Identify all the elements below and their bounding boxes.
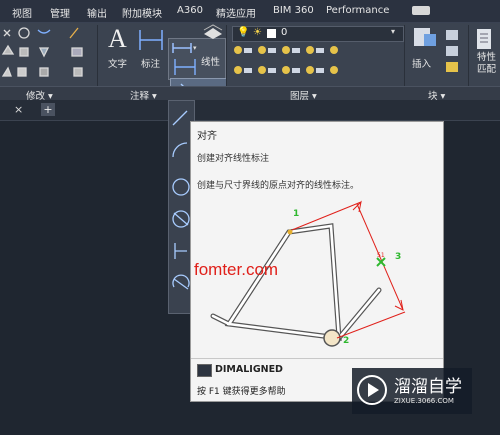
new-tab-icon[interactable]: + <box>41 103 55 116</box>
linear-large-icon <box>174 59 196 75</box>
location-marker-3: 3 <box>395 252 402 262</box>
dimension-value: 51 <box>377 252 385 259</box>
tab-featured-apps[interactable]: 精选应用 <box>216 5 256 20</box>
linear-dimension-button[interactable]: ▾ 线性 <box>168 38 226 80</box>
tab-performance[interactable]: Performance <box>326 5 389 16</box>
chevron-down-icon[interactable]: ▾ <box>391 27 395 36</box>
dimension-icon[interactable] <box>137 28 165 52</box>
layer-tools-icons[interactable] <box>232 44 392 80</box>
bulb-icon: 💡 <box>237 27 250 38</box>
brand-badge: 溜溜自学 ZIXUE.3066.COM <box>352 368 472 414</box>
modify-tools-icons[interactable] <box>0 24 95 86</box>
origin-marker-2: 2 <box>343 336 350 346</box>
text-button-label[interactable]: 文字 <box>108 56 127 70</box>
tooltip-command: DIMALIGNED <box>215 364 283 375</box>
origin-marker-1: 1 <box>293 209 300 219</box>
linear-button-label: 线性 <box>201 57 221 68</box>
color-swatch-icon <box>267 29 276 38</box>
tooltip-help: 按 F1 键获得更多帮助 <box>197 387 286 397</box>
tab-manage[interactable]: 管理 <box>50 5 70 20</box>
dimension-type-icons[interactable] <box>171 107 191 307</box>
tooltip-divider <box>191 358 443 359</box>
insert-block-icon[interactable] <box>412 24 440 52</box>
dimension-button-label[interactable]: 标注 <box>141 56 160 70</box>
watermark-text: fomter.com <box>194 260 279 279</box>
document-tab-bar: × + <box>0 100 500 121</box>
block-tools-icons[interactable] <box>443 28 465 78</box>
text-icon[interactable]: A <box>108 26 130 52</box>
chevron-down-icon[interactable]: ▾ <box>193 44 197 52</box>
brand-name: 溜溜自学 <box>394 377 462 397</box>
ribbon-panel-titles: 修改 ▾ 注释 ▾ 图层 ▾ 块 ▾ <box>0 86 500 102</box>
sun-icon: ☀ <box>253 27 262 38</box>
close-tab-icon[interactable]: × <box>14 103 23 116</box>
tab-output[interactable]: 输出 <box>87 5 107 20</box>
current-layer-name: 0 <box>281 27 288 38</box>
match-properties-icon[interactable] <box>474 26 496 52</box>
match-properties-label[interactable]: 特性 匹配 <box>477 52 496 76</box>
tooltip-title: 对齐 <box>197 131 217 142</box>
command-icon <box>197 364 212 377</box>
linear-dim-icon <box>172 43 192 53</box>
insert-button-label[interactable]: 插入 <box>412 56 431 70</box>
panel-toggle-icon[interactable] <box>412 6 430 15</box>
tab-addons[interactable]: 附加模块 <box>122 5 162 20</box>
layer-properties-icon[interactable] <box>202 24 224 40</box>
tooltip-subtitle: 创建对齐线性标注 <box>197 154 270 164</box>
tab-bim360[interactable]: BIM 360 <box>273 5 314 16</box>
tooltip-description: 创建与尺寸界线的原点对齐的线性标注。 <box>197 181 360 191</box>
layer-dropdown[interactable]: 💡 ☀ 0 ▾ <box>232 26 404 42</box>
ribbon-tab-bar: 视图 管理 输出 附加模块 A360 精选应用 BIM 360 Performa… <box>0 0 500 23</box>
tab-a360[interactable]: A360 <box>177 5 203 16</box>
tab-view[interactable]: 视图 <box>12 5 32 20</box>
play-logo-icon <box>357 375 387 405</box>
brand-url: ZIXUE.3066.COM <box>394 397 454 405</box>
